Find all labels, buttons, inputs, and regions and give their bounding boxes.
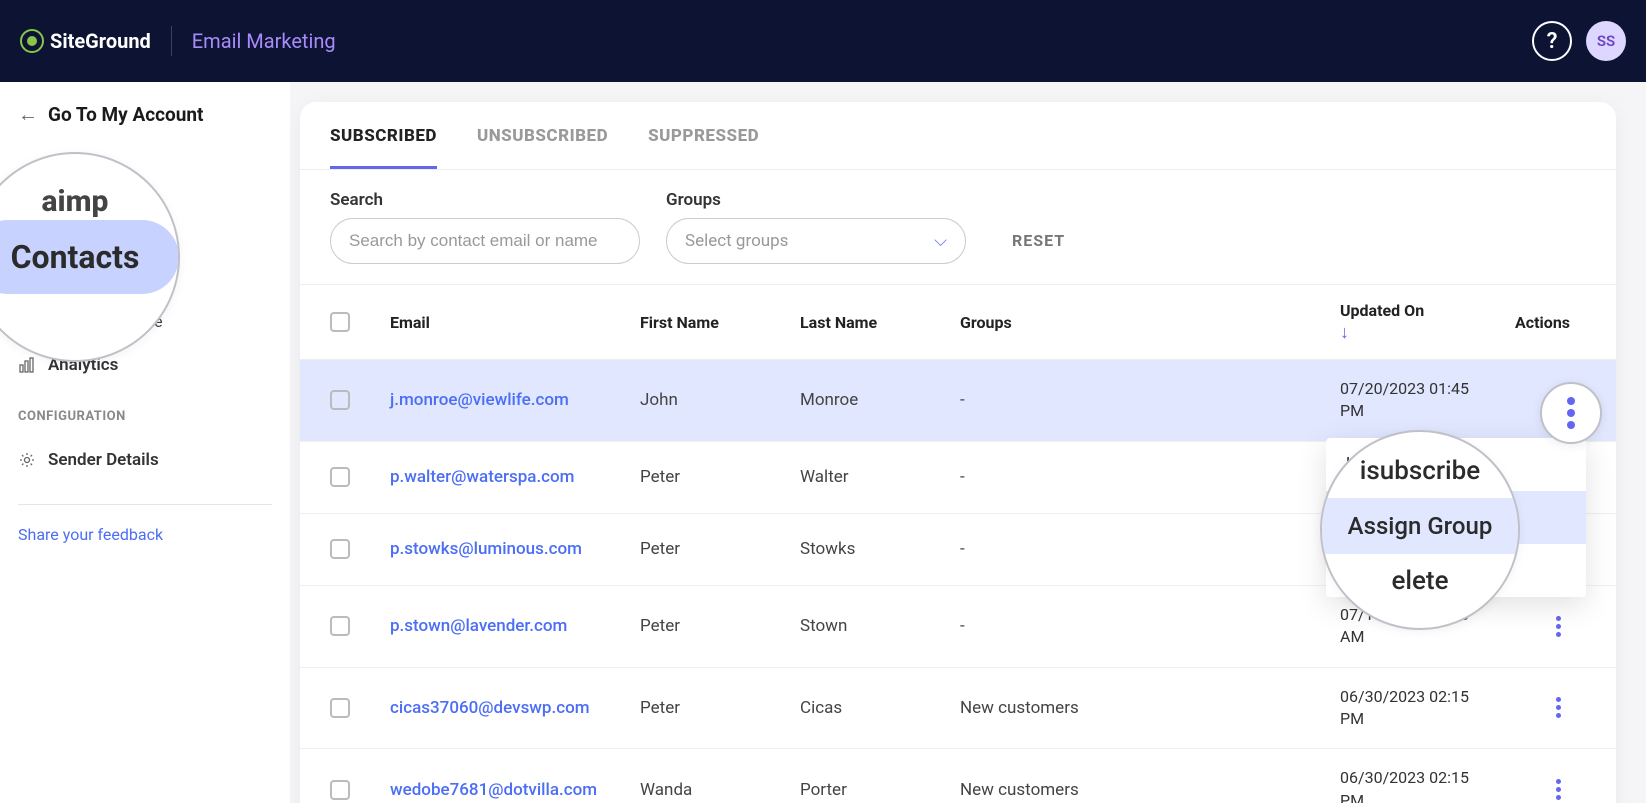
dropdown-delete[interactable]: Delete — [1326, 544, 1586, 597]
updated-cell: 07/13/2023 11:43 AM — [1340, 604, 1480, 649]
groups-cell: - — [960, 616, 1340, 636]
col-actions: Actions — [1480, 313, 1570, 332]
last-name-cell: Monroe — [800, 390, 960, 410]
filters-row: Search Groups Select groups ⌵ RESET — [300, 170, 1616, 284]
analytics-icon — [18, 356, 36, 374]
last-name-cell: Cicas — [800, 698, 960, 718]
col-groups: Groups — [960, 313, 1340, 332]
updated-cell: 06/30/2023 02:15 PM — [1340, 686, 1480, 731]
row-checkbox[interactable] — [330, 780, 350, 800]
row-checkbox[interactable] — [330, 467, 350, 487]
first-name-cell: Peter — [640, 539, 800, 559]
sidebar-item-analytics[interactable]: Analytics — [0, 341, 290, 389]
row-checkbox[interactable] — [330, 390, 350, 410]
search-label: Search — [330, 190, 640, 210]
groups-placeholder: Select groups — [685, 231, 788, 251]
groups-cell: - — [960, 539, 1340, 559]
header-left: SiteGround Email Marketing — [20, 26, 336, 56]
search-filter: Search — [330, 190, 640, 264]
app-name[interactable]: Email Marketing — [192, 29, 336, 53]
first-name-cell: Peter — [640, 467, 800, 487]
help-icon[interactable]: ? — [1532, 21, 1572, 61]
select-all-checkbox[interactable] — [330, 312, 350, 332]
last-name-cell: Porter — [800, 780, 960, 800]
col-email: Email — [390, 313, 640, 332]
row-actions-kebab[interactable] — [1546, 779, 1570, 800]
table-row: p.stown@lavender.com Peter Stown - 07/13… — [300, 586, 1616, 668]
email-link[interactable]: p.stowks@luminous.com — [390, 539, 640, 559]
avatar[interactable]: SS — [1586, 21, 1626, 61]
first-name-cell: Peter — [640, 698, 800, 718]
main-content: SUBSCRIBED UNSUBSCRIBED SUPPRESSED Searc… — [290, 82, 1646, 803]
app-header: SiteGround Email Marketing ? SS — [0, 0, 1646, 82]
status-tabs: SUBSCRIBED UNSUBSCRIBED SUPPRESSED — [300, 102, 1616, 170]
tab-unsubscribed[interactable]: UNSUBSCRIBED — [477, 102, 608, 169]
groups-cell: New customers — [960, 698, 1340, 718]
groups-cell: - — [960, 390, 1340, 410]
row-checkbox[interactable] — [330, 698, 350, 718]
last-name-cell: Walter — [800, 467, 960, 487]
dropdown-assign-group[interactable]: Assign Group — [1326, 491, 1586, 544]
feedback-link[interactable]: Share your feedback — [0, 525, 290, 544]
gear-icon — [18, 451, 36, 469]
first-name-cell: John — [640, 390, 800, 410]
analytics-label: Analytics — [48, 355, 118, 375]
row-actions-kebab[interactable] — [1546, 616, 1570, 637]
table-row: wedobe7681@dotvilla.com Wanda Porter New… — [300, 749, 1616, 803]
contacts-card: SUBSCRIBED UNSUBSCRIBED SUPPRESSED Searc… — [300, 102, 1616, 803]
sender-details-label: Sender Details — [48, 450, 159, 470]
back-label: Go To My Account — [48, 103, 203, 126]
last-name-cell: Stowks — [800, 539, 960, 559]
row-actions-dropdown: Unsubscribe Assign Group Delete — [1326, 438, 1586, 597]
tab-suppressed[interactable]: SUPPRESSED — [648, 102, 759, 169]
col-updated-on[interactable]: Updated On ↓ — [1340, 301, 1480, 343]
row-checkbox[interactable] — [330, 616, 350, 636]
tab-subscribed[interactable]: SUBSCRIBED — [330, 102, 437, 169]
sidebar-item-sender-details[interactable]: Sender Details — [0, 436, 290, 484]
table-row: j.monroe@viewlife.com John Monroe - 07/2… — [300, 360, 1616, 442]
lens-partial-text: aimp — [42, 184, 109, 219]
email-link[interactable]: cicas37060@devswp.com — [390, 698, 640, 718]
updated-cell: 07/20/2023 01:45 PM — [1340, 378, 1480, 423]
email-link[interactable]: j.monroe@viewlife.com — [390, 390, 640, 410]
groups-filter: Groups Select groups ⌵ — [666, 190, 966, 264]
dropdown-unsubscribe[interactable]: Unsubscribe — [1326, 438, 1586, 491]
groups-cell: New customers — [960, 780, 1340, 800]
updated-cell: 06/30/2023 02:15 PM — [1340, 767, 1480, 803]
row-actions-kebab[interactable] — [1546, 697, 1570, 718]
header-right: ? SS — [1532, 21, 1626, 61]
sidebar-divider — [18, 504, 272, 505]
arrow-left-icon: ← — [18, 102, 38, 127]
table-row: cicas37060@devswp.com Peter Cicas New cu… — [300, 668, 1616, 750]
logo-icon — [20, 29, 44, 53]
groups-label: Groups — [666, 190, 966, 210]
logo[interactable]: SiteGround — [20, 29, 151, 53]
section-configuration: CONFIGURATION — [0, 409, 290, 424]
last-name-cell: Stown — [800, 616, 960, 636]
groups-cell: - — [960, 467, 1340, 487]
header-divider — [171, 26, 172, 56]
row-checkbox[interactable] — [330, 539, 350, 559]
first-name-cell: Peter — [640, 616, 800, 636]
email-link[interactable]: p.walter@waterspa.com — [390, 467, 640, 487]
back-to-account[interactable]: ← Go To My Account — [0, 102, 290, 127]
groups-select[interactable]: Select groups ⌵ — [666, 218, 966, 264]
first-name-cell: Wanda — [640, 780, 800, 800]
email-link[interactable]: wedobe7681@dotvilla.com — [390, 780, 640, 800]
sidebar-item-connect-wp[interactable]: Connect WP Site — [0, 302, 290, 341]
col-last-name: Last Name — [800, 313, 960, 332]
logo-text: SiteGround — [50, 29, 151, 53]
sort-arrow-icon: ↓ — [1340, 322, 1480, 343]
section-platform: PLATFORM — [0, 167, 290, 182]
reset-button[interactable]: RESET — [1012, 231, 1065, 264]
col-first-name: First Name — [640, 313, 800, 332]
table-header: Email First Name Last Name Groups Update… — [300, 284, 1616, 360]
email-link[interactable]: p.stown@lavender.com — [390, 616, 640, 636]
search-input[interactable] — [330, 218, 640, 264]
chevron-down-icon: ⌵ — [934, 231, 947, 251]
sidebar: ← Go To My Account PLATFORM aimp Contact… — [0, 82, 290, 803]
